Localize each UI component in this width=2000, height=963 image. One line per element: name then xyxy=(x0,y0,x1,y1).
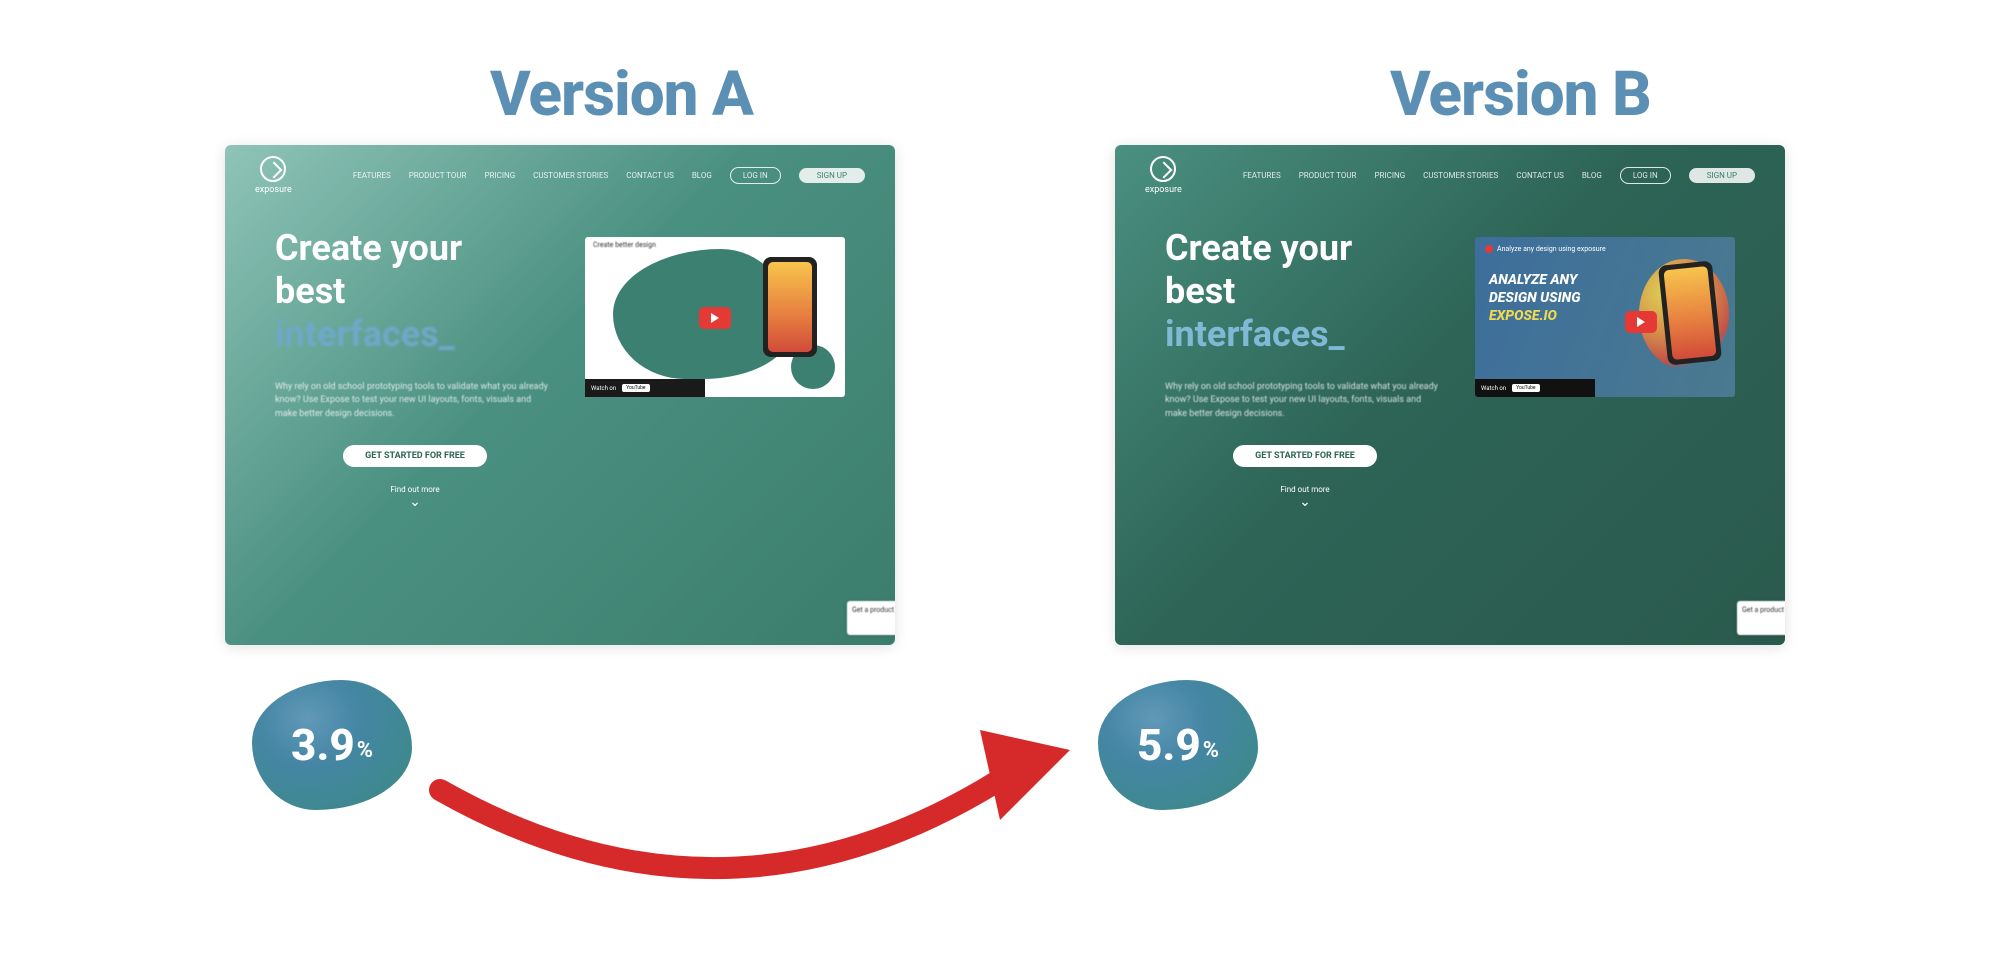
hero-subtext: Why rely on old school prototyping tools… xyxy=(275,381,555,422)
chevron-down-icon: ⌄ xyxy=(275,494,555,510)
brand-logo[interactable]: exposure xyxy=(1145,156,1182,195)
brand-logo[interactable]: exposure xyxy=(255,156,292,195)
version-b-label: Version B xyxy=(1390,58,1651,131)
nav-blog[interactable]: BLOG xyxy=(1582,171,1602,180)
headline-line1: Create your xyxy=(1165,227,1352,269)
youtube-badge: YouTube xyxy=(1512,384,1539,392)
cta-button[interactable]: GET STARTED FOR FREE xyxy=(1233,445,1377,467)
nav-product-tour[interactable]: PRODUCT TOUR xyxy=(409,171,467,180)
nav-customer-stories[interactable]: CUSTOMER STORIES xyxy=(1423,171,1498,180)
watch-bar[interactable]: Watch on YouTube xyxy=(1475,379,1595,397)
corner-tag-b[interactable]: Get a product tour xyxy=(1737,601,1785,635)
nav-customer-stories[interactable]: CUSTOMER STORIES xyxy=(533,171,608,180)
logo-icon xyxy=(260,156,286,182)
scroll-hint[interactable]: Find out more ⌄ xyxy=(1165,485,1445,510)
version-a-screenshot: exposure FEATURES PRODUCT TOUR PRICING C… xyxy=(225,145,895,645)
hero-video-a[interactable]: Create better design Watch on YouTube xyxy=(585,237,845,397)
scroll-label: Find out more xyxy=(1280,485,1329,494)
video-a-title: Create better design xyxy=(593,241,656,249)
result-badge-b: 5.9 % xyxy=(1098,680,1258,810)
phone-mock-icon xyxy=(763,257,817,357)
headline-line2: best xyxy=(275,270,345,312)
version-b-screenshot: exposure FEATURES PRODUCT TOUR PRICING C… xyxy=(1115,145,1785,645)
comparison-arrow-icon xyxy=(420,680,1100,930)
scroll-hint[interactable]: Find out more ⌄ xyxy=(275,485,555,510)
watch-label: Watch on xyxy=(1481,385,1506,392)
login-button[interactable]: LOG IN xyxy=(1620,167,1671,184)
nav-product-tour[interactable]: PRODUCT TOUR xyxy=(1299,171,1357,180)
watch-label: Watch on xyxy=(591,385,616,392)
result-b-unit: % xyxy=(1203,738,1219,763)
phone-mock-icon xyxy=(1658,260,1722,365)
video-b-overlay-text: ANALYZE ANY DESIGN USING EXPOSE.IO xyxy=(1489,271,1580,326)
login-button[interactable]: LOG IN xyxy=(730,167,781,184)
headline-accent-a: interfaces_ xyxy=(275,313,455,355)
result-b-value: 5.9 xyxy=(1137,719,1201,771)
headline-line2: best xyxy=(1165,270,1235,312)
scroll-label: Find out more xyxy=(390,485,439,494)
video-b-title: Analyze any design using exposure xyxy=(1485,245,1606,253)
youtube-badge: YouTube xyxy=(622,384,649,392)
nav-pricing[interactable]: PRICING xyxy=(1374,171,1405,180)
chevron-down-icon: ⌄ xyxy=(1165,494,1445,510)
headline-accent-b: interfaces_ xyxy=(1165,313,1345,355)
hero-subtext: Why rely on old school prototyping tools… xyxy=(1165,381,1445,422)
brand-name: exposure xyxy=(255,185,292,195)
hero-video-b[interactable]: Analyze any design using exposure ANALYZ… xyxy=(1475,237,1735,397)
navbar: exposure FEATURES PRODUCT TOUR PRICING C… xyxy=(225,145,895,205)
play-icon[interactable] xyxy=(1625,311,1657,333)
signup-button[interactable]: SIGN UP xyxy=(1689,168,1755,183)
result-badge-a: 3.9 % xyxy=(252,680,412,810)
play-icon[interactable] xyxy=(699,307,731,329)
nav-blog[interactable]: BLOG xyxy=(692,171,712,180)
logo-icon xyxy=(1150,156,1176,182)
nav-features[interactable]: FEATURES xyxy=(1243,171,1281,180)
nav-contact[interactable]: CONTACT US xyxy=(1516,171,1564,180)
headline: Create your best interfaces_ xyxy=(1165,227,1445,357)
nav-contact[interactable]: CONTACT US xyxy=(626,171,674,180)
headline-line1: Create your xyxy=(275,227,462,269)
cta-button[interactable]: GET STARTED FOR FREE xyxy=(343,445,487,467)
corner-tag-a[interactable]: Get a product tour xyxy=(847,601,895,635)
headline: Create your best interfaces_ xyxy=(275,227,555,357)
result-a-unit: % xyxy=(357,738,373,763)
navbar: exposure FEATURES PRODUCT TOUR PRICING C… xyxy=(1115,145,1785,205)
nav-pricing[interactable]: PRICING xyxy=(484,171,515,180)
brand-name: exposure xyxy=(1145,185,1182,195)
nav-features[interactable]: FEATURES xyxy=(353,171,391,180)
result-a-value: 3.9 xyxy=(291,719,355,771)
record-dot-icon xyxy=(1485,245,1493,253)
watch-bar[interactable]: Watch on YouTube xyxy=(585,379,705,397)
signup-button[interactable]: SIGN UP xyxy=(799,168,865,183)
version-a-label: Version A xyxy=(490,58,753,131)
